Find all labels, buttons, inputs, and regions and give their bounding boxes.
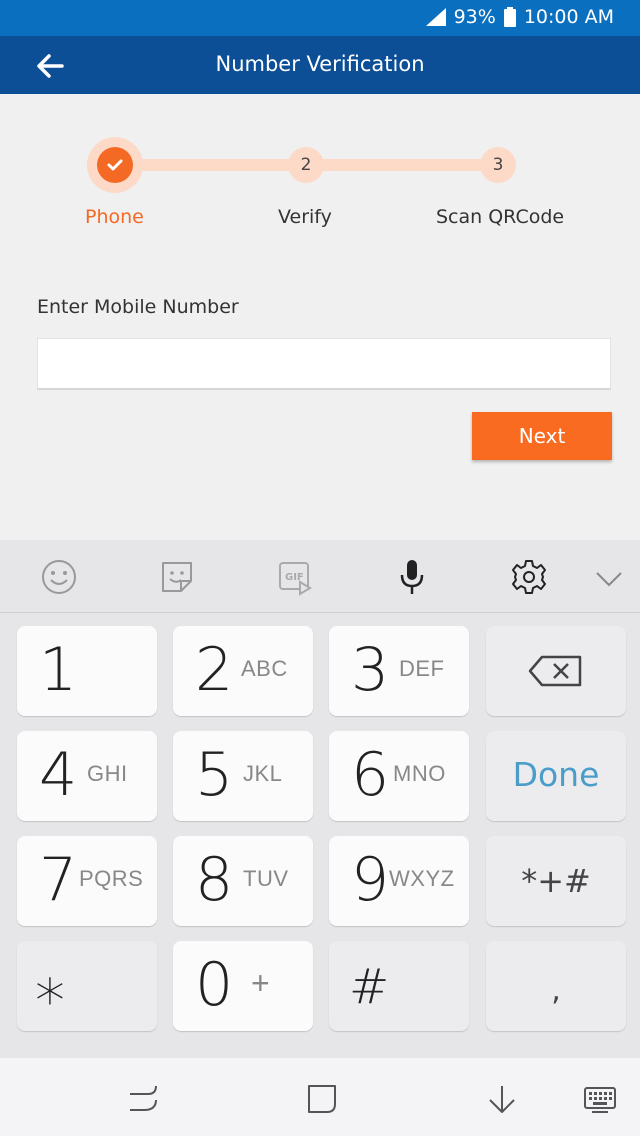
step-1-circle	[97, 147, 133, 183]
key-0[interactable]: 0 +	[173, 941, 313, 1031]
key-4-digit: 4	[39, 740, 78, 810]
sticker-icon[interactable]	[158, 558, 196, 596]
step-3-circle: 3	[480, 147, 516, 183]
recent-apps-icon[interactable]	[126, 1082, 162, 1116]
battery-percent: 93%	[453, 6, 496, 28]
symbols-key-label: *+#	[521, 862, 591, 900]
backspace-key[interactable]	[486, 626, 626, 716]
key-2-digit: 2	[195, 635, 234, 705]
done-key[interactable]: Done	[486, 731, 626, 821]
step-2-circle: 2	[288, 147, 324, 183]
clock: 10:00 AM	[523, 6, 614, 28]
key-1[interactable]: 1	[17, 626, 157, 716]
key-9-letters: WXYZ	[389, 866, 455, 891]
key-7-letters: PQRS	[79, 866, 144, 891]
stepper: 2 3 Phone Verify Scan QRCode	[0, 94, 640, 244]
key-5-digit: 5	[195, 740, 234, 810]
hash-key[interactable]: #	[329, 941, 469, 1031]
home-icon[interactable]	[304, 1082, 340, 1116]
step-2-label: Verify	[278, 206, 332, 228]
hash-key-label: #	[349, 959, 390, 1015]
battery-icon	[503, 7, 516, 27]
mobile-number-label: Enter Mobile Number	[37, 296, 239, 318]
mobile-number-input[interactable]	[37, 338, 611, 390]
app-bar: Number Verification	[0, 36, 640, 94]
key-0-digit: 0	[195, 950, 234, 1020]
keyboard-toolbar: GIF	[0, 540, 640, 613]
key-2-letters: ABC	[241, 656, 288, 681]
key-0-plus: +	[251, 965, 271, 1001]
microphone-icon[interactable]	[393, 558, 431, 596]
settings-icon[interactable]	[510, 558, 548, 596]
key-8-letters: TUV	[243, 866, 289, 891]
page-title: Number Verification	[215, 52, 425, 76]
key-9[interactable]: 9 WXYZ	[329, 836, 469, 926]
key-9-digit: 9	[351, 845, 390, 915]
key-8-digit: 8	[195, 845, 234, 915]
key-4[interactable]: 4 GHI	[17, 731, 157, 821]
key-2[interactable]: 2 ABC	[173, 626, 313, 716]
check-icon	[107, 159, 123, 171]
key-1-digit: 1	[39, 635, 78, 705]
key-5-letters: JKL	[243, 761, 283, 786]
step-1-label: Phone	[85, 206, 144, 228]
hide-keyboard-icon[interactable]	[484, 1082, 520, 1116]
star-key-label: ⁎	[35, 948, 65, 1018]
key-3-digit: 3	[351, 635, 390, 705]
gif-icon[interactable]: GIF	[276, 558, 314, 596]
keyboard-switch-icon[interactable]	[582, 1082, 618, 1116]
navigation-bar	[0, 1058, 640, 1136]
verification-content: 2 3 Phone Verify Scan QRCode Enter Mobil…	[0, 94, 640, 540]
key-7-digit: 7	[39, 845, 78, 915]
comma-key-label: ,	[551, 973, 561, 1008]
key-3[interactable]: 3 DEF	[329, 626, 469, 716]
key-8[interactable]: 8 TUV	[173, 836, 313, 926]
next-button[interactable]: Next	[472, 412, 612, 460]
backspace-icon	[528, 655, 582, 687]
key-4-letters: GHI	[87, 761, 128, 786]
emoji-icon[interactable]	[40, 558, 78, 596]
status-bar: 93% 10:00 AM	[0, 0, 640, 36]
key-6-digit: 6	[351, 740, 390, 810]
status-indicators: 93% 10:00 AM	[425, 6, 614, 28]
key-3-letters: DEF	[399, 656, 445, 681]
svg-text:GIF: GIF	[285, 572, 304, 583]
comma-key[interactable]: ,	[486, 941, 626, 1031]
key-6[interactable]: 6 MNO	[329, 731, 469, 821]
step-3-label: Scan QRCode	[436, 206, 565, 228]
done-key-label: Done	[512, 755, 600, 794]
signal-icon	[425, 8, 446, 26]
symbols-key[interactable]: *+#	[486, 836, 626, 926]
chevron-down-icon[interactable]	[590, 560, 628, 598]
key-5[interactable]: 5 JKL	[173, 731, 313, 821]
key-6-letters: MNO	[393, 761, 446, 786]
key-7[interactable]: 7 PQRS	[17, 836, 157, 926]
numeric-keypad: 1 2 ABC 3 DEF 4 GHI 5 JKL 6 MNO Done 7 P…	[0, 613, 640, 1058]
star-key[interactable]: ⁎	[17, 941, 157, 1031]
